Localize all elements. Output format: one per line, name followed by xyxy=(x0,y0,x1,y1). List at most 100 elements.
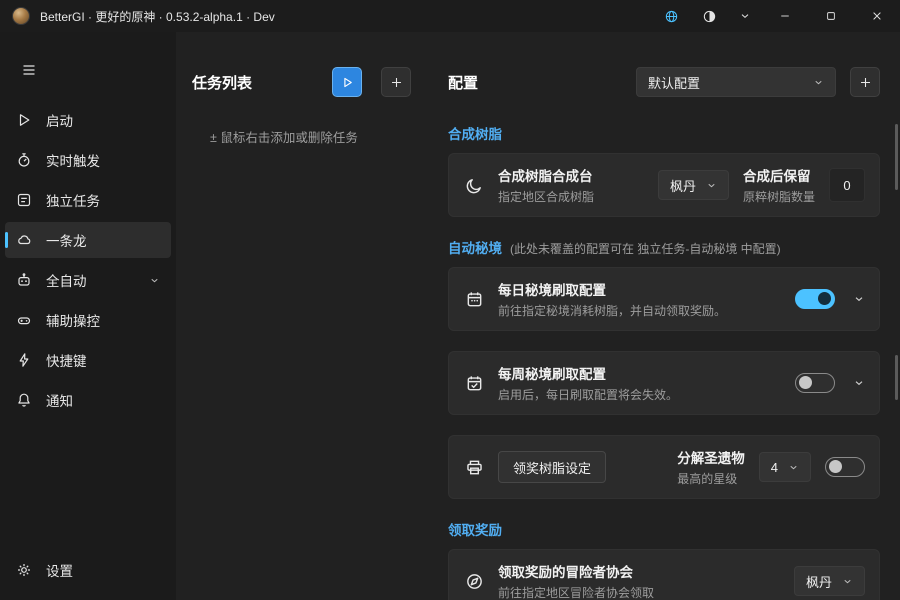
task-list-panel: 任务列表 ± 鼠标右击添加或删除任务 xyxy=(176,32,432,600)
daily-domain-toggle[interactable] xyxy=(795,289,835,309)
maximize-button[interactable] xyxy=(808,0,854,32)
chevron-down-icon xyxy=(788,462,799,473)
sidebar-item-independent-tasks[interactable]: 独立任务 xyxy=(5,182,171,218)
bell-icon xyxy=(16,392,32,408)
sidebar-item-full-auto[interactable]: 全自动 xyxy=(5,262,171,298)
weekly-domain-title: 每周秘境刷取配置 xyxy=(498,363,781,383)
titlebar: BetterGI · 更好的原神 · 0.53.2-alpha.1 · Dev xyxy=(0,0,900,32)
dragon-cloud-icon xyxy=(16,232,32,248)
chevron-down-icon xyxy=(739,10,751,22)
reward-guild-title: 领取奖励的冒险者协会 xyxy=(498,561,780,581)
weekly-domain-subtitle: 启用后，每日刷取配置将会失效。 xyxy=(498,386,781,403)
contrast-icon xyxy=(702,9,717,24)
sidebar-item-label: 启动 xyxy=(46,110,160,130)
section-header-text: 合成树脂 xyxy=(448,123,502,143)
weekly-domain-toggle[interactable] xyxy=(795,373,835,393)
sidebar-item-realtime-trigger[interactable]: 实时触发 xyxy=(5,142,171,178)
play-icon xyxy=(16,112,32,128)
hamburger-menu-button[interactable] xyxy=(10,54,48,86)
resin-keep-subtitle: 原粹树脂数量 xyxy=(743,188,815,205)
salvage-machine-icon xyxy=(465,458,484,477)
crescent-icon xyxy=(465,176,484,195)
add-config-button[interactable] xyxy=(850,67,880,97)
section-header-domain: 自动秘境 (此处未覆盖的配置可在 独立任务-自动秘境 中配置) xyxy=(448,237,880,257)
robot-icon xyxy=(16,272,32,288)
resin-craft-subtitle: 指定地区合成树脂 xyxy=(498,188,644,205)
task-list-icon xyxy=(16,192,32,208)
artifact-salvage-subtitle: 最高的星级 xyxy=(677,470,745,487)
sidebar-item-notifications[interactable]: 通知 xyxy=(5,382,171,418)
lightning-icon xyxy=(16,352,32,368)
sidebar-item-hotkeys[interactable]: 快捷键 xyxy=(5,342,171,378)
config-profile-dropdown[interactable]: 默认配置 xyxy=(636,67,836,97)
titlebar-left: BetterGI · 更好的原神 · 0.53.2-alpha.1 · Dev xyxy=(0,7,275,25)
calendar-day-icon xyxy=(465,290,484,309)
resin-region-value: 枫丹 xyxy=(670,176,696,195)
weekly-domain-card: 每周秘境刷取配置 启用后，每日刷取配置将会失效。 xyxy=(448,351,880,415)
language-globe-button[interactable] xyxy=(652,0,690,32)
daily-domain-subtitle: 前往指定秘境消耗树脂，并自动领取奖励。 xyxy=(498,302,781,319)
chevron-down-icon[interactable] xyxy=(853,377,865,389)
play-icon xyxy=(341,76,354,89)
sidebar-item-label: 辅助操控 xyxy=(46,310,160,330)
stopwatch-icon xyxy=(16,152,32,168)
chevron-down-icon[interactable] xyxy=(853,293,865,305)
reward-region-dropdown[interactable]: 枫丹 xyxy=(794,566,865,596)
sidebar-item-label: 实时触发 xyxy=(46,150,160,170)
artifact-salvage-card: 领奖树脂设定 分解圣遗物 最高的星级 4 xyxy=(448,435,880,499)
globe-icon xyxy=(664,9,679,24)
minimize-button[interactable] xyxy=(762,0,808,32)
sidebar-item-settings[interactable]: 设置 xyxy=(5,552,171,588)
scrollbar[interactable] xyxy=(895,32,898,600)
chevron-down-icon xyxy=(149,275,160,286)
window-title: BetterGI · 更好的原神 · 0.53.2-alpha.1 · Dev xyxy=(40,8,275,25)
sidebar-item-launch[interactable]: 启动 xyxy=(5,102,171,138)
section-header-text: 领取奖励 xyxy=(448,519,502,539)
run-tasks-button[interactable] xyxy=(332,67,362,97)
theme-contrast-button[interactable] xyxy=(690,0,728,32)
reward-guild-subtitle: 前往指定地区冒险者协会领取 xyxy=(498,584,780,600)
resin-craft-card: 合成树脂合成台 指定地区合成树脂 枫丹 合成后保留 原粹树脂数量 0 xyxy=(448,153,880,217)
chevron-down-icon xyxy=(842,576,853,587)
scrollbar-thumb[interactable] xyxy=(895,124,898,190)
chevron-down-icon xyxy=(813,77,824,88)
app-window: BetterGI · 更好的原神 · 0.53.2-alpha.1 · Dev xyxy=(0,0,900,600)
reward-guild-card: 领取奖励的冒险者协会 前往指定地区冒险者协会领取 枫丹 xyxy=(448,549,880,600)
section-note: (此处未覆盖的配置可在 独立任务-自动秘境 中配置) xyxy=(510,240,781,257)
sidebar-item-label: 独立任务 xyxy=(46,190,160,210)
artifact-salvage-toggle[interactable] xyxy=(825,457,865,477)
hamburger-icon xyxy=(21,62,37,78)
close-icon xyxy=(871,10,883,22)
close-button[interactable] xyxy=(854,0,900,32)
daily-domain-card: 每日秘境刷取配置 前往指定秘境消耗树脂，并自动领取奖励。 xyxy=(448,267,880,331)
section-header-resin: 合成树脂 xyxy=(448,123,880,143)
add-task-button[interactable] xyxy=(381,67,411,97)
assist-control-icon xyxy=(16,312,32,328)
main-content: 任务列表 ± 鼠标右击添加或删除任务 xyxy=(176,32,900,600)
daily-domain-title: 每日秘境刷取配置 xyxy=(498,279,781,299)
scrollbar-thumb[interactable] xyxy=(895,355,898,400)
sidebar-item-label: 全自动 xyxy=(46,270,135,290)
resin-region-dropdown[interactable]: 枫丹 xyxy=(658,170,729,200)
calendar-week-icon xyxy=(465,374,484,393)
artifact-salvage-title: 分解圣遗物 xyxy=(677,447,745,467)
titlebar-right xyxy=(652,0,900,32)
sidebar-item-one-dragon[interactable]: 一条龙 xyxy=(5,222,171,258)
artifact-star-dropdown[interactable]: 4 xyxy=(759,452,811,482)
reward-resin-settings-button[interactable]: 领奖树脂设定 xyxy=(498,451,606,483)
config-panel: 配置 默认配置 合成树脂 xyxy=(432,32,900,600)
resin-keep-input[interactable]: 0 xyxy=(829,168,865,202)
section-header-reward: 领取奖励 xyxy=(448,519,880,539)
section-header-text: 自动秘境 xyxy=(448,237,502,257)
maximize-icon xyxy=(825,10,837,22)
titlebar-expand-button[interactable] xyxy=(728,0,762,32)
plus-icon xyxy=(859,76,872,89)
sidebar-item-label: 通知 xyxy=(46,390,160,410)
sidebar-item-assist-control[interactable]: 辅助操控 xyxy=(5,302,171,338)
resin-craft-title: 合成树脂合成台 xyxy=(498,165,644,185)
resin-keep-title: 合成后保留 xyxy=(743,165,815,185)
chevron-down-icon xyxy=(706,180,717,191)
sidebar-item-label: 快捷键 xyxy=(46,350,160,370)
config-title: 配置 xyxy=(448,72,622,93)
sidebar-item-label: 设置 xyxy=(46,560,160,580)
